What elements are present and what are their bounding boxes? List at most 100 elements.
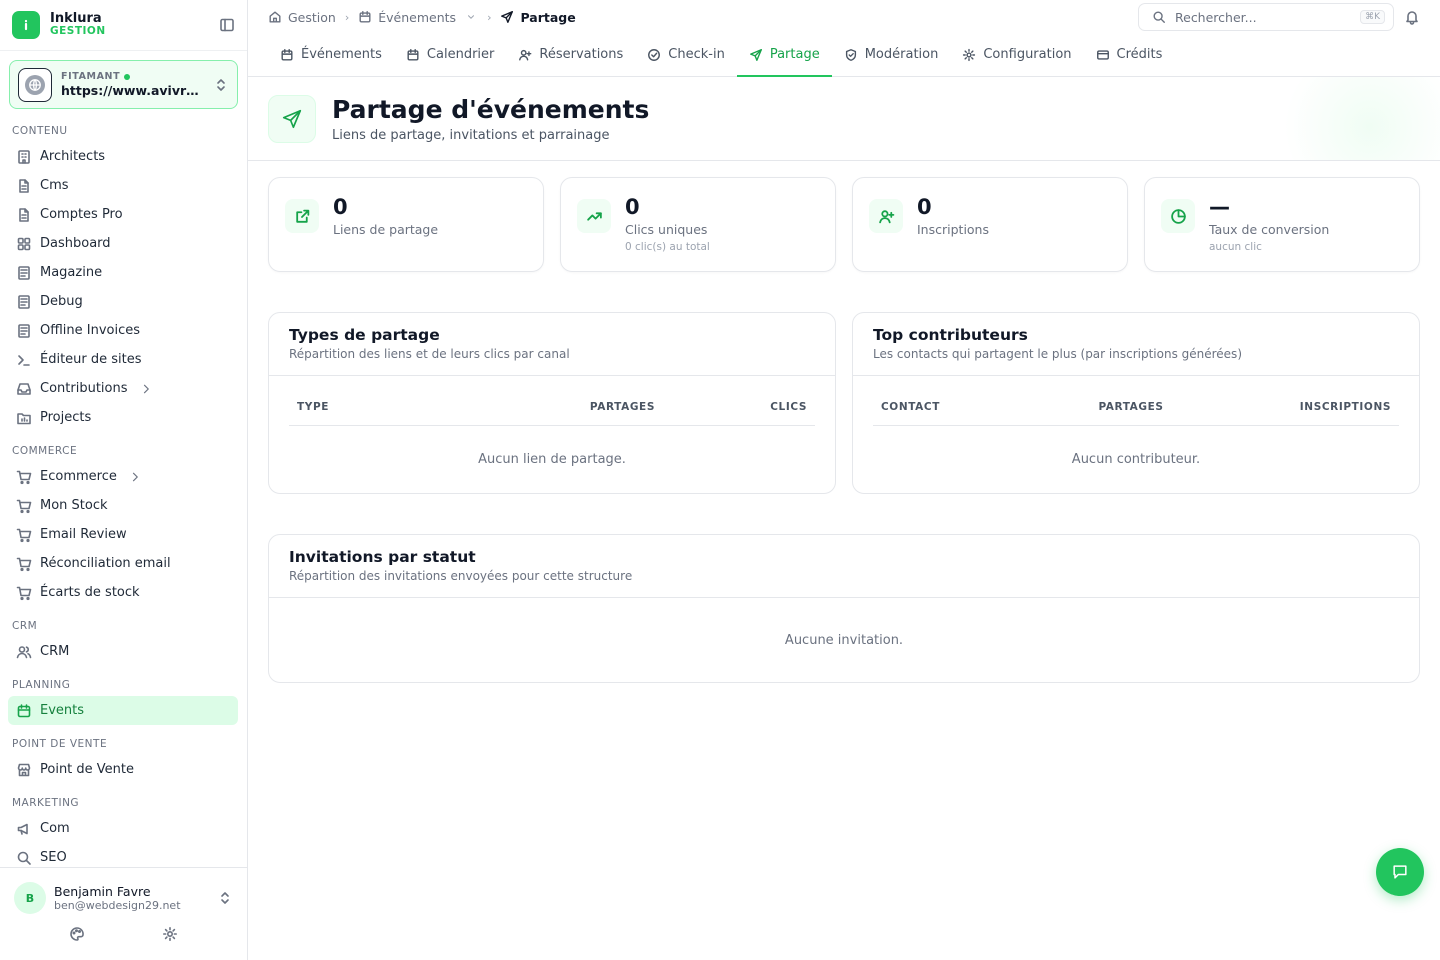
megaphone-icon: [16, 821, 32, 837]
tab-moderation[interactable]: Modération: [832, 34, 951, 77]
trending-up-icon: [577, 199, 611, 233]
shield-check-icon: [844, 48, 858, 62]
tab-configuration[interactable]: Configuration: [950, 34, 1083, 77]
credit-card-icon: [1096, 48, 1110, 62]
chevron-up-down-icon: [217, 890, 233, 906]
stats-row: 0 Liens de partage 0 Clics uniques 0 cli…: [248, 161, 1440, 272]
column-header[interactable]: PARTAGES: [1051, 401, 1211, 413]
sidebar-item-ecarts-de-stock[interactable]: Écarts de stock: [0, 578, 238, 607]
page-header: Partage d'événements Liens de partage, i…: [248, 77, 1440, 161]
card-subtitle: Répartition des invitations envoyées pou…: [289, 569, 633, 583]
sidebar-item-editeur-de-sites[interactable]: Éditeur de sites: [0, 345, 238, 374]
send-icon: [268, 94, 316, 143]
chat-button[interactable]: [1376, 848, 1424, 896]
chevron-down-icon: [464, 12, 478, 22]
site-switcher[interactable]: FITAMANT https://www.avivrance.fr: [9, 60, 238, 109]
tab-calendrier[interactable]: Calendrier: [394, 34, 506, 77]
external-link-icon: [285, 199, 319, 233]
nav-section-title: PLANNING: [12, 679, 71, 691]
sidebar-item-debug[interactable]: Debug: [0, 287, 238, 316]
sidebar-item-architects[interactable]: Architects: [0, 142, 238, 171]
file-icon: [16, 178, 32, 194]
sidebar-item-comptes-pro[interactable]: Comptes Pro: [0, 200, 238, 229]
tab-check-in[interactable]: Check-in: [635, 34, 737, 77]
site-url: https://www.avivrance.fr: [61, 82, 206, 98]
tab-reservations[interactable]: Réservations: [506, 34, 635, 77]
stat-value: 0: [333, 195, 348, 219]
stat-label: Taux de conversion: [1209, 222, 1330, 238]
topbar: Gestion › Événements › Partage Recherche…: [248, 0, 1440, 34]
search-shortcut: ⌘K: [1360, 10, 1385, 24]
sidebar-item-point-de-vente[interactable]: Point de Vente: [0, 755, 238, 784]
store-icon: [16, 762, 32, 778]
sidebar-item-crm[interactable]: CRM: [0, 637, 238, 666]
site-label: FITAMANT: [61, 71, 213, 82]
brand-logo-icon: [12, 11, 40, 39]
sidebar-item-ecommerce[interactable]: Ecommerce: [0, 462, 238, 491]
contributors-table: CONTACT PARTAGES INSCRIPTIONS Aucun cont…: [853, 376, 1419, 493]
nav-section-title: POINT DE VENTE: [12, 738, 108, 750]
sidebar-item-mon-stock[interactable]: Mon Stock: [0, 491, 238, 520]
bell-icon[interactable]: [1404, 9, 1420, 25]
chevron-right-icon: [138, 383, 154, 395]
page-title: Partage d'événements: [332, 94, 650, 124]
breadcrumb-section[interactable]: Événements: [358, 10, 478, 25]
home-icon: [268, 10, 282, 24]
card-subtitle: Répartition des liens et de leurs clics …: [289, 347, 570, 361]
send-icon: [749, 48, 763, 62]
user-menu[interactable]: B Benjamin Favre ben@webdesign29.net: [0, 868, 247, 914]
calendar-icon: [16, 703, 32, 719]
sidebar-item-seo[interactable]: SEO: [0, 843, 238, 867]
palette-icon[interactable]: [69, 926, 85, 942]
chat-icon: [1393, 865, 1407, 879]
user-panel: B Benjamin Favre ben@webdesign29.net: [0, 867, 247, 960]
cart-icon: [16, 585, 32, 601]
tab-partage[interactable]: Partage: [736, 34, 832, 77]
nav-section-title: CRM: [12, 620, 38, 632]
user-name: Benjamin Favre: [54, 883, 151, 899]
check-circle-icon: [647, 48, 661, 62]
search-input[interactable]: Rechercher... ⌘K: [1138, 3, 1394, 31]
stat-label: Inscriptions: [917, 222, 989, 238]
sidebar-item-projects[interactable]: Projects: [0, 403, 238, 432]
stat-label: Liens de partage: [333, 222, 439, 238]
column-header[interactable]: CONTACT: [881, 401, 1051, 413]
nav-section-title: COMMERCE: [12, 445, 78, 457]
column-header[interactable]: TYPE: [297, 401, 495, 413]
breadcrumb-separator-icon: ›: [487, 10, 492, 24]
sidebar-toggle-icon[interactable]: [219, 17, 235, 33]
sidebar-item-reconciliation-email[interactable]: Réconciliation email: [0, 549, 238, 578]
user-plus-icon: [869, 199, 903, 233]
sidebar-item-email-review[interactable]: Email Review: [0, 520, 238, 549]
sidebar-item-magazine[interactable]: Magazine: [0, 258, 238, 287]
user-plus-icon: [518, 48, 532, 62]
card-title: Invitations par statut: [289, 548, 476, 566]
tab-credits[interactable]: Crédits: [1084, 34, 1175, 77]
stat-subtext: aucun clic: [1209, 241, 1262, 254]
sidebar-item-cms[interactable]: Cms: [0, 171, 238, 200]
stat-value: 0: [625, 195, 640, 219]
invitations-row: Invitations par statut Répartition des i…: [248, 494, 1440, 683]
stat-value: 0: [917, 195, 932, 219]
sidebar-item-events[interactable]: Events: [8, 696, 238, 725]
sidebar-item-com[interactable]: Com: [0, 814, 238, 843]
column-header[interactable]: PARTAGES: [495, 401, 655, 413]
stat-card-inscriptions: 0 Inscriptions: [852, 177, 1128, 272]
column-header[interactable]: INSCRIPTIONS: [1211, 401, 1391, 413]
gear-icon[interactable]: [162, 926, 178, 942]
breadcrumb-home[interactable]: Gestion: [268, 10, 336, 25]
sidebar-item-dashboard[interactable]: Dashboard: [0, 229, 238, 258]
newspaper-icon: [16, 323, 32, 339]
tab-evenements[interactable]: Événements: [268, 34, 394, 77]
sidebar-item-contributions[interactable]: Contributions: [0, 374, 238, 403]
building-icon: [16, 149, 32, 165]
calendar-icon: [280, 48, 294, 62]
types-card: Types de partage Répartition des liens e…: [268, 312, 836, 494]
breadcrumb-separator-icon: ›: [344, 10, 350, 24]
column-header[interactable]: CLICS: [655, 401, 807, 413]
newspaper-icon: [16, 265, 32, 281]
nav-section-title: MARKETING: [12, 797, 80, 809]
tables-row: Types de partage Répartition des liens e…: [248, 272, 1440, 494]
sidebar-item-offline-invoices[interactable]: Offline Invoices: [0, 316, 238, 345]
sidebar: Inklura GESTION FITAMANT https://www.avi…: [0, 0, 248, 960]
